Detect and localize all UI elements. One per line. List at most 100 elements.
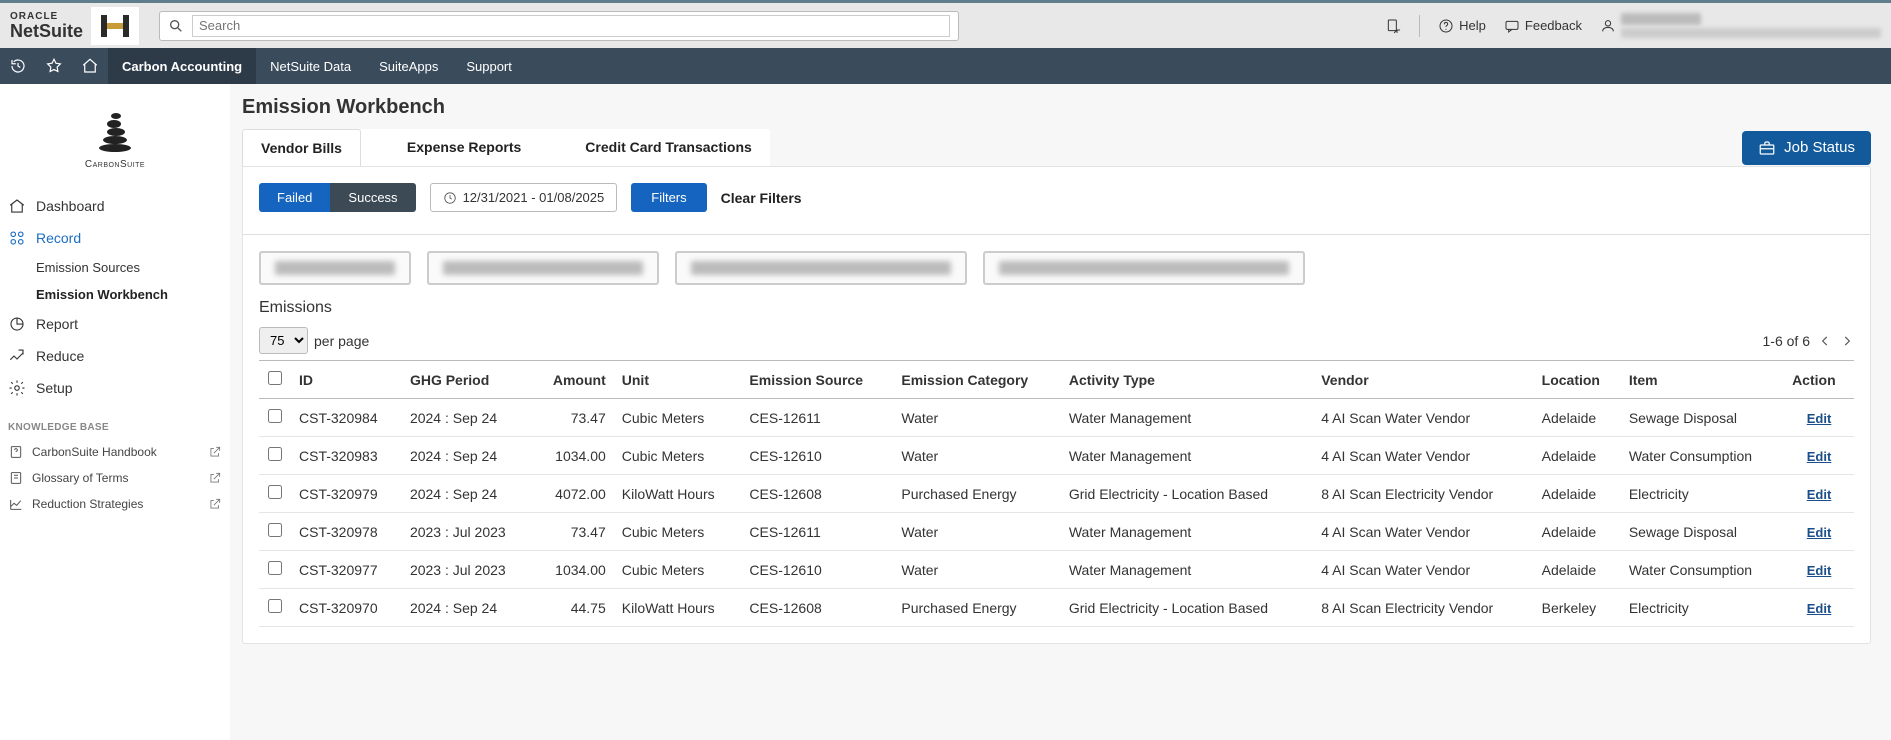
user-menu[interactable] bbox=[1600, 13, 1881, 38]
edit-link[interactable]: Edit bbox=[1807, 411, 1832, 426]
table-header-row: ID GHG Period Amount Unit Emission Sourc… bbox=[259, 361, 1854, 399]
cell-id: CST-320984 bbox=[291, 399, 402, 437]
cell-id: CST-320978 bbox=[291, 513, 402, 551]
nav-tab-support[interactable]: Support bbox=[452, 48, 526, 84]
success-button[interactable]: Success bbox=[330, 183, 415, 212]
row-checkbox[interactable] bbox=[268, 447, 282, 461]
cell-vendor: 4 AI Scan Water Vendor bbox=[1313, 513, 1533, 551]
sidebar-item-record[interactable]: Record bbox=[0, 222, 230, 254]
workbench-tabs: Vendor Bills Expense Reports Credit Card T… bbox=[242, 129, 770, 166]
help-icon bbox=[1438, 18, 1454, 34]
history-icon[interactable] bbox=[0, 48, 36, 84]
cell-location: Adelaide bbox=[1534, 475, 1621, 513]
help-link[interactable]: Help bbox=[1438, 18, 1486, 34]
sidebar-item-setup[interactable]: Setup bbox=[0, 372, 230, 404]
row-checkbox[interactable] bbox=[268, 409, 282, 423]
chevron-right-icon[interactable] bbox=[1840, 334, 1854, 348]
nav-tab-carbon-accounting[interactable]: Carbon Accounting bbox=[108, 48, 256, 84]
oracle-netsuite-logo: ORACLE NetSuite bbox=[10, 12, 83, 40]
edit-link[interactable]: Edit bbox=[1807, 487, 1832, 502]
tab-credit-card-transactions[interactable]: Credit Card Transactions bbox=[567, 129, 770, 166]
per-page-select[interactable]: 75 bbox=[259, 327, 308, 354]
chevron-left-icon[interactable] bbox=[1818, 334, 1832, 348]
tab-vendor-bills[interactable]: Vendor Bills bbox=[242, 129, 361, 166]
home-icon[interactable] bbox=[72, 48, 108, 84]
tab-expense-reports[interactable]: Expense Reports bbox=[389, 129, 539, 166]
col-id[interactable]: ID bbox=[291, 361, 402, 399]
sidebar-sub-emission-sources[interactable]: Emission Sources bbox=[0, 254, 230, 281]
cell-source: CES-12610 bbox=[741, 551, 893, 589]
cell-unit: KiloWatt Hours bbox=[614, 475, 742, 513]
col-source[interactable]: Emission Source bbox=[741, 361, 893, 399]
filter-chip[interactable] bbox=[259, 251, 411, 285]
clear-filters-link[interactable]: Clear Filters bbox=[721, 190, 802, 206]
cell-vendor: 4 AI Scan Water Vendor bbox=[1313, 551, 1533, 589]
edit-link[interactable]: Edit bbox=[1807, 601, 1832, 616]
cell-ghg: 2024 : Sep 24 bbox=[402, 399, 533, 437]
col-vendor[interactable]: Vendor bbox=[1313, 361, 1533, 399]
kb-reduction[interactable]: Reduction Strategies bbox=[0, 491, 230, 517]
col-activity[interactable]: Activity Type bbox=[1061, 361, 1313, 399]
search-input[interactable] bbox=[192, 15, 950, 37]
date-range-picker[interactable]: 12/31/2021 - 01/08/2025 bbox=[430, 183, 618, 212]
edit-link[interactable]: Edit bbox=[1807, 449, 1832, 464]
create-icon[interactable] bbox=[1385, 18, 1401, 34]
table-row: CST-3209702024 : Sep 2444.75KiloWatt Hou… bbox=[259, 589, 1854, 627]
filter-chips bbox=[259, 251, 1854, 285]
filter-chip[interactable] bbox=[983, 251, 1305, 285]
edit-link[interactable]: Edit bbox=[1807, 525, 1832, 540]
edit-link[interactable]: Edit bbox=[1807, 563, 1832, 578]
cell-id: CST-320977 bbox=[291, 551, 402, 589]
cell-item: Electricity bbox=[1621, 589, 1784, 627]
cell-activity: Grid Electricity - Location Based bbox=[1061, 475, 1313, 513]
col-ghg[interactable]: GHG Period bbox=[402, 361, 533, 399]
filter-row: Failed Success 12/31/2021 - 01/08/2025 F… bbox=[259, 183, 1854, 212]
feedback-link[interactable]: Feedback bbox=[1504, 18, 1582, 34]
status-toggle: Failed Success bbox=[259, 183, 416, 212]
row-checkbox[interactable] bbox=[268, 485, 282, 499]
cell-category: Water bbox=[893, 551, 1060, 589]
kb-handbook[interactable]: CarbonSuite Handbook bbox=[0, 439, 230, 465]
filter-chip[interactable] bbox=[675, 251, 967, 285]
col-item[interactable]: Item bbox=[1621, 361, 1784, 399]
col-action: Action bbox=[1784, 361, 1854, 399]
table-row: CST-3209782023 : Jul 202373.47Cubic Mete… bbox=[259, 513, 1854, 551]
cell-activity: Water Management bbox=[1061, 437, 1313, 475]
cell-id: CST-320979 bbox=[291, 475, 402, 513]
select-all-checkbox[interactable] bbox=[268, 371, 282, 385]
sidebar-item-report[interactable]: Report bbox=[0, 308, 230, 340]
cell-ghg: 2024 : Sep 24 bbox=[402, 475, 533, 513]
job-status-button[interactable]: Job Status bbox=[1742, 131, 1871, 165]
cell-category: Water bbox=[893, 399, 1060, 437]
filter-chip[interactable] bbox=[427, 251, 659, 285]
col-location[interactable]: Location bbox=[1534, 361, 1621, 399]
cell-location: Adelaide bbox=[1534, 399, 1621, 437]
company-logo bbox=[91, 7, 139, 45]
kb-glossary[interactable]: Glossary of Terms bbox=[0, 465, 230, 491]
row-checkbox[interactable] bbox=[268, 523, 282, 537]
failed-button[interactable]: Failed bbox=[259, 183, 330, 212]
external-link-icon bbox=[208, 471, 222, 485]
global-search[interactable] bbox=[159, 11, 959, 41]
nav-tab-suiteapps[interactable]: SuiteApps bbox=[365, 48, 452, 84]
cell-source: CES-12611 bbox=[741, 399, 893, 437]
col-amount[interactable]: Amount bbox=[533, 361, 614, 399]
cell-unit: Cubic Meters bbox=[614, 399, 742, 437]
row-checkbox[interactable] bbox=[268, 599, 282, 613]
star-icon[interactable] bbox=[36, 48, 72, 84]
record-icon bbox=[8, 229, 26, 247]
sidebar-item-reduce[interactable]: Reduce bbox=[0, 340, 230, 372]
cell-category: Water bbox=[893, 513, 1060, 551]
top-bar: ORACLE NetSuite Help Feedback bbox=[0, 0, 1891, 48]
col-unit[interactable]: Unit bbox=[614, 361, 742, 399]
col-category[interactable]: Emission Category bbox=[893, 361, 1060, 399]
sidebar-sub-emission-workbench[interactable]: Emission Workbench bbox=[0, 281, 230, 308]
sidebar-item-dashboard[interactable]: Dashboard bbox=[0, 190, 230, 222]
nav-tab-netsuite-data[interactable]: NetSuite Data bbox=[256, 48, 365, 84]
cell-item: Water Consumption bbox=[1621, 437, 1784, 475]
filters-button[interactable]: Filters bbox=[631, 183, 706, 212]
home-outline-icon bbox=[8, 197, 26, 215]
cell-source: CES-12608 bbox=[741, 475, 893, 513]
row-checkbox[interactable] bbox=[268, 561, 282, 575]
carbonsuite-logo: CarbonSuite bbox=[0, 94, 230, 190]
